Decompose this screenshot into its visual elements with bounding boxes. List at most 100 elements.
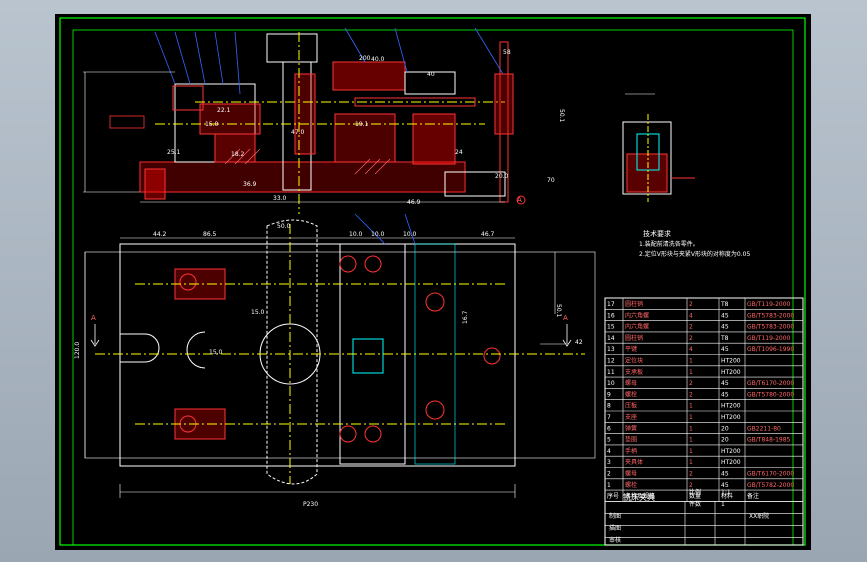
detail-hatch bbox=[626, 153, 668, 193]
nut-left bbox=[172, 85, 204, 111]
dim-label: 15.0 bbox=[251, 309, 265, 316]
dim-label: 50.0 bbox=[277, 223, 291, 230]
drawn-label: 制图 bbox=[609, 512, 621, 520]
dim-label: 33.0 bbox=[273, 195, 287, 202]
review-label: 审核 bbox=[609, 536, 621, 544]
bom-table: 17 圆柱销 2 T8 GB/T119-200016 内六角螺 4 45 GB/T5783-20… bbox=[604, 297, 804, 546]
bom-cell: 4 bbox=[689, 312, 693, 319]
bom-cell: 4 bbox=[607, 448, 611, 455]
bom-cell: 2 bbox=[689, 324, 693, 331]
callout-box bbox=[109, 115, 145, 129]
bom-cell: HT200 bbox=[721, 358, 741, 365]
section-label-left: A bbox=[91, 314, 96, 322]
tech-notes: 技术要求 1.装配前清洗各零件。 2.定位V形块与夹紧V形块的对称度为0.05 bbox=[639, 229, 750, 258]
handle-grip bbox=[494, 73, 514, 135]
bom-cell: HT200 bbox=[721, 448, 741, 455]
bom-cell: 1 bbox=[689, 448, 693, 455]
overall-width-dim bbox=[119, 484, 516, 498]
bom-cell: 1 bbox=[607, 482, 611, 489]
assembly-name: 铣床夹具 bbox=[623, 492, 655, 502]
screw-1 bbox=[339, 255, 357, 273]
bom-cell: 平键 bbox=[625, 345, 637, 353]
dim-label: 15.0 bbox=[209, 349, 223, 356]
bom-cell: 16 bbox=[607, 312, 615, 319]
bom-cell: 2 bbox=[689, 335, 693, 342]
left-slot bbox=[120, 333, 160, 363]
dim-label: 16.7 bbox=[462, 310, 469, 324]
cad-viewport[interactable]: 200 40.0 58 15.0 22.1 18.2 25.1 47.0 36.… bbox=[55, 14, 811, 550]
front-dim-labels: 44.2 86.5 50.0 10.0 10.0 10.0 46.7 15.0 … bbox=[74, 223, 583, 508]
bom-cell: 2 bbox=[689, 301, 693, 308]
ratio-label: 比例 bbox=[689, 488, 701, 496]
ref-label: A bbox=[517, 196, 522, 204]
front-leaders bbox=[354, 213, 416, 245]
dim-label: 22.1 bbox=[217, 107, 231, 114]
bom-cell: 15 bbox=[607, 324, 615, 331]
screw-3 bbox=[339, 425, 357, 443]
bom-cell: 垫圈 bbox=[625, 436, 637, 444]
bom-cell: HT200 bbox=[721, 414, 741, 421]
bom-cell: 7 bbox=[607, 414, 611, 421]
dim-label: 40.0 bbox=[371, 56, 385, 63]
bom-cell: 1 bbox=[689, 459, 693, 466]
u-slot bbox=[186, 331, 206, 369]
dim-label: 10.0 bbox=[371, 231, 385, 238]
school-name: XX职院 bbox=[749, 512, 769, 520]
section-label-right: A bbox=[563, 314, 568, 322]
bom-cell: 2 bbox=[689, 471, 693, 478]
bom-cell: HT200 bbox=[721, 369, 741, 376]
dim-label: 47.0 bbox=[291, 129, 305, 136]
count-value: 1 bbox=[721, 501, 725, 508]
bom-cell: 1 bbox=[689, 437, 693, 444]
bom-cell: 2 bbox=[689, 482, 693, 489]
nut-lower-right bbox=[425, 400, 445, 420]
dim-label: 10.0 bbox=[403, 231, 417, 238]
bom-cell: 夹具体 bbox=[625, 458, 643, 466]
dim-label: 120.0 bbox=[74, 342, 81, 359]
bom-cell: 手柄 bbox=[625, 447, 637, 455]
housing-top bbox=[332, 61, 406, 91]
bom-cell: HT200 bbox=[721, 459, 741, 466]
detail-view bbox=[622, 93, 695, 202]
ratio-value: 1:1 bbox=[721, 489, 731, 496]
bom-cell: 圆柱销 bbox=[625, 300, 643, 308]
left-foot bbox=[144, 168, 166, 200]
bom-cell: 45 bbox=[721, 346, 729, 353]
tech-notes-line1: 1.装配前清洗各零件。 bbox=[639, 240, 699, 248]
locator-pin bbox=[483, 347, 501, 365]
bom-cell: 3 bbox=[607, 459, 611, 466]
upper-bolt bbox=[174, 268, 226, 300]
housing-body bbox=[412, 113, 456, 165]
bom-cell: 45 bbox=[721, 391, 729, 398]
base-hatch bbox=[140, 162, 465, 192]
bom-cell: 压板 bbox=[625, 402, 637, 410]
bom-cell: 20 bbox=[721, 437, 729, 444]
bom-cell: 45 bbox=[721, 482, 729, 489]
bom-cell: GB/T119-2000 bbox=[747, 301, 791, 308]
section-labels: A A A bbox=[91, 196, 568, 322]
bom-cell: 1 bbox=[689, 358, 693, 365]
section-arrow-right bbox=[562, 324, 572, 347]
bom-cell: 支座 bbox=[625, 413, 637, 421]
bom-cell: 6 bbox=[607, 425, 611, 432]
bom-cell: 11 bbox=[607, 369, 615, 376]
column-top bbox=[266, 33, 318, 63]
dim-label: 50.1 bbox=[555, 304, 562, 318]
dim-label: 200 bbox=[359, 55, 371, 62]
handle-lobe bbox=[266, 219, 318, 485]
bom-cell: T8 bbox=[720, 335, 729, 342]
dim-label: 70 bbox=[547, 177, 555, 184]
dim-label: 42 bbox=[575, 339, 583, 346]
lower-bolt bbox=[174, 408, 226, 440]
bom-cell: 12 bbox=[607, 358, 615, 365]
checked-label: 描图 bbox=[609, 524, 621, 532]
bom-cell: GB/T6170-2000 bbox=[747, 471, 794, 478]
bom-cell: GB/T5783-2000 bbox=[747, 312, 794, 319]
dim-label: 44.2 bbox=[153, 231, 167, 238]
screw-4 bbox=[364, 425, 382, 443]
nut-upper-right bbox=[425, 292, 445, 312]
bom-header-cell: 序号 bbox=[607, 492, 619, 500]
column-section bbox=[294, 73, 316, 155]
bom-cell: GB/T5783-2000 bbox=[747, 324, 794, 331]
bom-cell: GB/T6170-2000 bbox=[747, 380, 794, 387]
